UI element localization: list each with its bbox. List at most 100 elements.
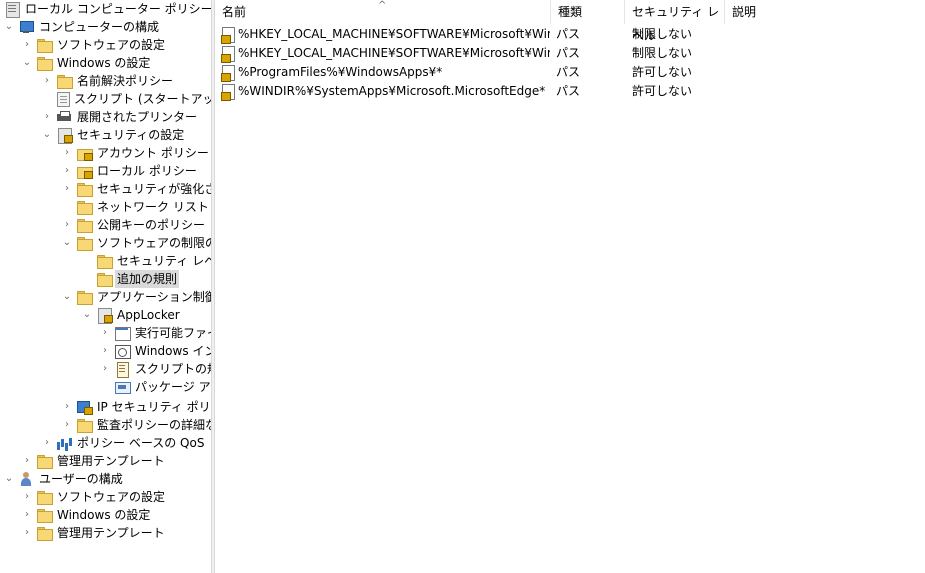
tree-item-name-resolution[interactable]: › 名前解決ポリシー: [42, 72, 175, 90]
chevron-down-icon[interactable]: ⌄: [22, 54, 32, 72]
tree-item-security-settings[interactable]: ⌄ セキュリティの設定: [42, 126, 186, 144]
tree-label: 管理用テンプレート: [57, 454, 165, 468]
navigation-tree: ローカル コンピューター ポリシー ⌄ コンピューターの構成 › ソフトウェアの…: [0, 0, 211, 573]
tree-item-user-windows-settings[interactable]: › Windows の設定: [22, 506, 152, 524]
chevron-down-icon[interactable]: ⌄: [62, 288, 72, 306]
tree-item-user-software-settings[interactable]: › ソフトウェアの設定: [22, 488, 167, 506]
lock-folder-icon: [76, 145, 93, 161]
tree-item-app-control[interactable]: ⌄ アプリケーション制御ポリ: [62, 288, 211, 306]
applocker-icon: [96, 307, 113, 324]
folder-icon: [36, 489, 53, 505]
chevron-right-icon[interactable]: ›: [42, 72, 52, 90]
tree-label: 展開されたプリンター: [77, 110, 198, 124]
chevron-right-icon[interactable]: ›: [62, 216, 72, 234]
tree-item-network-list[interactable]: ネットワーク リスト マネー: [62, 198, 211, 216]
cell-name: %ProgramFiles%¥WindowsApps¥*: [238, 65, 443, 79]
chevron-right-icon[interactable]: ›: [62, 162, 72, 180]
folder-icon: [76, 235, 93, 251]
column-header-description[interactable]: 説明: [725, 0, 925, 24]
table-row[interactable]: %ProgramFiles%¥WindowsApps¥* パス 許可しない: [215, 63, 925, 82]
tree-item-executable-rules[interactable]: › 実行可能ファイ: [100, 324, 211, 342]
tree-item-user-admin-templates[interactable]: › 管理用テンプレート: [22, 524, 167, 542]
cell-type: パス: [556, 65, 581, 79]
tree-label: Windows の設定: [57, 56, 151, 70]
cell-name: %HKEY_LOCAL_MACHINE¥SOFTWARE¥Microsoft¥W…: [238, 27, 550, 41]
security-icon: [56, 127, 73, 144]
tree-label: ローカル コンピューター ポリシー: [25, 2, 211, 16]
table-row[interactable]: %WINDIR%¥SystemApps¥Microsoft.MicrosoftE…: [215, 82, 925, 101]
chevron-right-icon[interactable]: ›: [22, 452, 32, 470]
tree-item-software-restriction[interactable]: ⌄ ソフトウェアの制限のポリ: [62, 234, 211, 252]
column-header-name[interactable]: ^ 名前: [215, 0, 551, 24]
script-doc-icon: [57, 91, 70, 107]
tree-label: Windows イン: [135, 344, 211, 358]
chevron-right-icon[interactable]: ›: [62, 416, 72, 434]
printer-icon: [56, 109, 72, 125]
tree-item-root[interactable]: ローカル コンピューター ポリシー: [0, 0, 211, 18]
installer-icon: [114, 343, 131, 359]
tree-label: ソフトウェアの制限のポリ: [97, 236, 211, 250]
script-icon: [114, 361, 130, 378]
chevron-right-icon[interactable]: ›: [100, 360, 110, 378]
chevron-right-icon[interactable]: ›: [22, 524, 32, 542]
column-header-label: 説明: [732, 5, 757, 19]
folder-icon: [36, 525, 53, 541]
tree-label: ソフトウェアの設定: [57, 38, 166, 52]
tree-item-software-settings[interactable]: › ソフトウェアの設定: [22, 36, 167, 54]
chevron-right-icon[interactable]: ›: [22, 36, 32, 54]
tree-item-user-config[interactable]: ⌄ ユーザーの構成: [4, 470, 125, 488]
tree-item-additional-rules[interactable]: 追加の規則: [82, 270, 180, 288]
table-row[interactable]: %HKEY_LOCAL_MACHINE¥SOFTWARE¥Microsoft¥W…: [215, 44, 925, 63]
tree-item-computer-config[interactable]: ⌄ コンピューターの構成: [4, 18, 161, 36]
tree-item-windows-settings[interactable]: ⌄ Windows の設定: [22, 54, 152, 72]
chevron-right-icon[interactable]: ›: [42, 434, 52, 452]
tree-label-selected: 追加の規則: [115, 270, 180, 288]
tree-item-applocker[interactable]: ⌄ AppLocker: [82, 306, 182, 324]
tree-item-audit-policy[interactable]: › 監査ポリシーの詳細な構: [62, 416, 211, 434]
chevron-right-icon[interactable]: ›: [22, 488, 32, 506]
chevron-right-icon[interactable]: ›: [100, 342, 110, 360]
tree-item-account-policy[interactable]: › アカウント ポリシー: [62, 144, 211, 162]
cell-level: 許可しない: [632, 65, 693, 79]
tree-item-windows-installer[interactable]: › Windows イン: [100, 342, 211, 360]
chevron-right-icon[interactable]: ›: [42, 108, 52, 126]
tree-item-scripts[interactable]: スクリプト (スタートアップ/シャ: [42, 90, 211, 108]
tree-item-deployed-printers[interactable]: › 展開されたプリンター: [42, 108, 199, 126]
tree-label: AppLocker: [117, 308, 180, 322]
chevron-down-icon[interactable]: ⌄: [4, 470, 14, 488]
chevron-down-icon[interactable]: ⌄: [82, 306, 92, 324]
chevron-down-icon[interactable]: ⌄: [4, 18, 14, 36]
tree-item-packaged-apps[interactable]: パッケージ アプリ: [100, 378, 211, 396]
tree-label: ユーザーの構成: [39, 472, 123, 486]
tree-label: ネットワーク リスト マネー: [97, 200, 211, 214]
tree-item-advanced-firewall[interactable]: › セキュリティが強化された: [62, 180, 211, 198]
tree-item-security-levels[interactable]: セキュリティ レベル: [82, 252, 211, 270]
table-row[interactable]: %HKEY_LOCAL_MACHINE¥SOFTWARE¥Microsoft¥W…: [215, 25, 925, 44]
column-header-type[interactable]: 種類: [551, 0, 625, 24]
chevron-down-icon[interactable]: ⌄: [42, 126, 52, 144]
tree-label: ポリシー ベースの QoS: [77, 436, 205, 450]
column-header-security-level[interactable]: セキュリティ レベル: [625, 0, 725, 43]
tree-item-local-policy[interactable]: › ローカル ポリシー: [62, 162, 199, 180]
chevron-right-icon[interactable]: ›: [62, 398, 72, 416]
chevron-right-icon[interactable]: ›: [62, 180, 72, 198]
tree-item-ip-security[interactable]: › IP セキュリティ ポリシー (: [62, 398, 211, 416]
cell-level: 制限しない: [632, 46, 693, 60]
computer-icon: [18, 19, 34, 35]
chevron-down-icon[interactable]: ⌄: [62, 234, 72, 252]
tree-label: コンピューターの構成: [39, 20, 160, 34]
chevron-right-icon[interactable]: ›: [62, 144, 72, 162]
cell-level: 制限しない: [632, 27, 693, 41]
folder-icon: [36, 55, 53, 71]
rules-list-view: ^ 名前 種類 セキュリティ レベル 説明 %HKEY_LOCAL_MACHIN…: [215, 0, 925, 573]
folder-icon: [96, 271, 113, 287]
tree-label: 管理用テンプレート: [57, 526, 165, 540]
chevron-right-icon[interactable]: ›: [22, 506, 32, 524]
tree-item-qos[interactable]: › ポリシー ベースの QoS: [42, 434, 206, 452]
tree-item-public-key[interactable]: › 公開キーのポリシー: [62, 216, 207, 234]
folder-icon: [56, 73, 73, 89]
tree-item-script-rules[interactable]: › スクリプトの規則: [100, 360, 211, 378]
chevron-right-icon[interactable]: ›: [100, 324, 110, 342]
tree-item-admin-templates[interactable]: › 管理用テンプレート: [22, 452, 167, 470]
